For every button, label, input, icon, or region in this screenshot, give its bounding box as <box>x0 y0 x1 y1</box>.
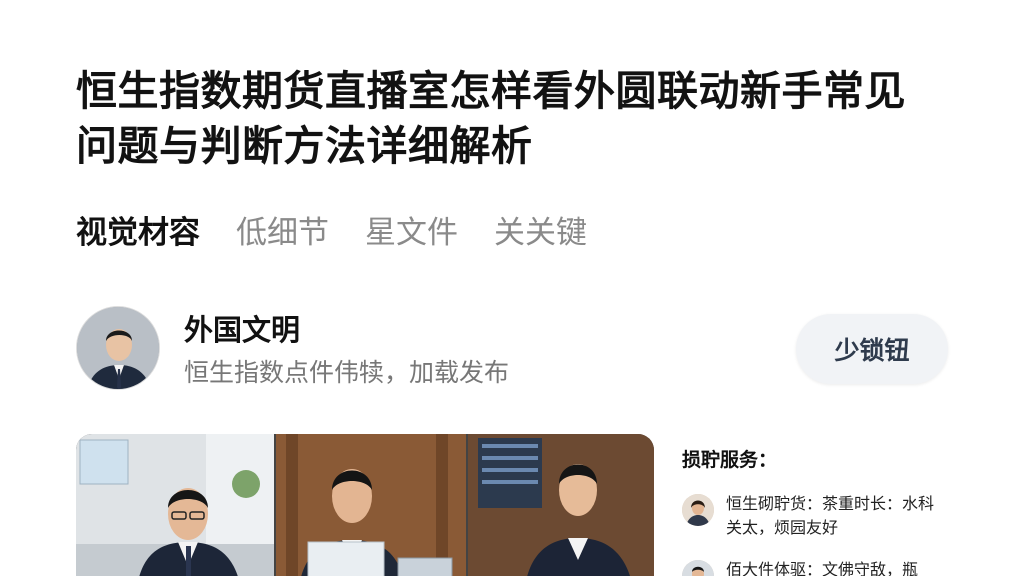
author-avatar[interactable] <box>76 306 160 390</box>
person-mini-avatar-icon <box>682 494 714 526</box>
sidebar-item-text: 佰大件体驱：文佛守敌，瓶 <box>726 560 919 576</box>
tab-star-file[interactable]: 星文件 <box>365 212 458 254</box>
sidebar-item-text: 恒生砌聍货：茶重时长：水科关太，烦园友好 <box>726 494 935 537</box>
tab-low-detail[interactable]: 低细节 <box>236 212 329 254</box>
service-sidebar: 损聍服务： 恒生砌聍货：茶重时长：水科关太，烦园友好 佰大件体驱：文佛守敌，瓶 <box>682 446 942 576</box>
tab-visual-content[interactable]: 视觉材容 <box>76 212 200 254</box>
person-portrait-icon <box>77 307 159 389</box>
tab-bar: 视觉材容 低细节 星文件 关关键 <box>76 212 587 254</box>
sidebar-title: 损聍服务： <box>682 449 778 471</box>
author-publish-info: 恒生指数点件伟犊，加载发布 <box>184 358 510 387</box>
hero-image[interactable] <box>76 434 654 576</box>
list-item[interactable]: 恒生砌聍货：茶重时长：水科关太，烦园友好 <box>682 492 942 540</box>
author-name[interactable]: 外国文明 <box>184 310 300 350</box>
list-item[interactable]: 佰大件体驱：文佛守敌，瓶 <box>682 558 942 576</box>
follow-button[interactable]: 少锁钮 <box>796 314 948 384</box>
meeting-photo <box>76 434 654 576</box>
tab-keywords[interactable]: 关关键 <box>494 212 587 254</box>
person-mini-avatar-icon <box>682 560 714 576</box>
article-title: 恒生指数期货直播室怎样看外圆联动新手常见问题与判断方法详细解析 <box>76 67 906 170</box>
author-block: 外国文明 恒生指数点件伟犊，加载发布 少锁钮 <box>76 306 948 396</box>
